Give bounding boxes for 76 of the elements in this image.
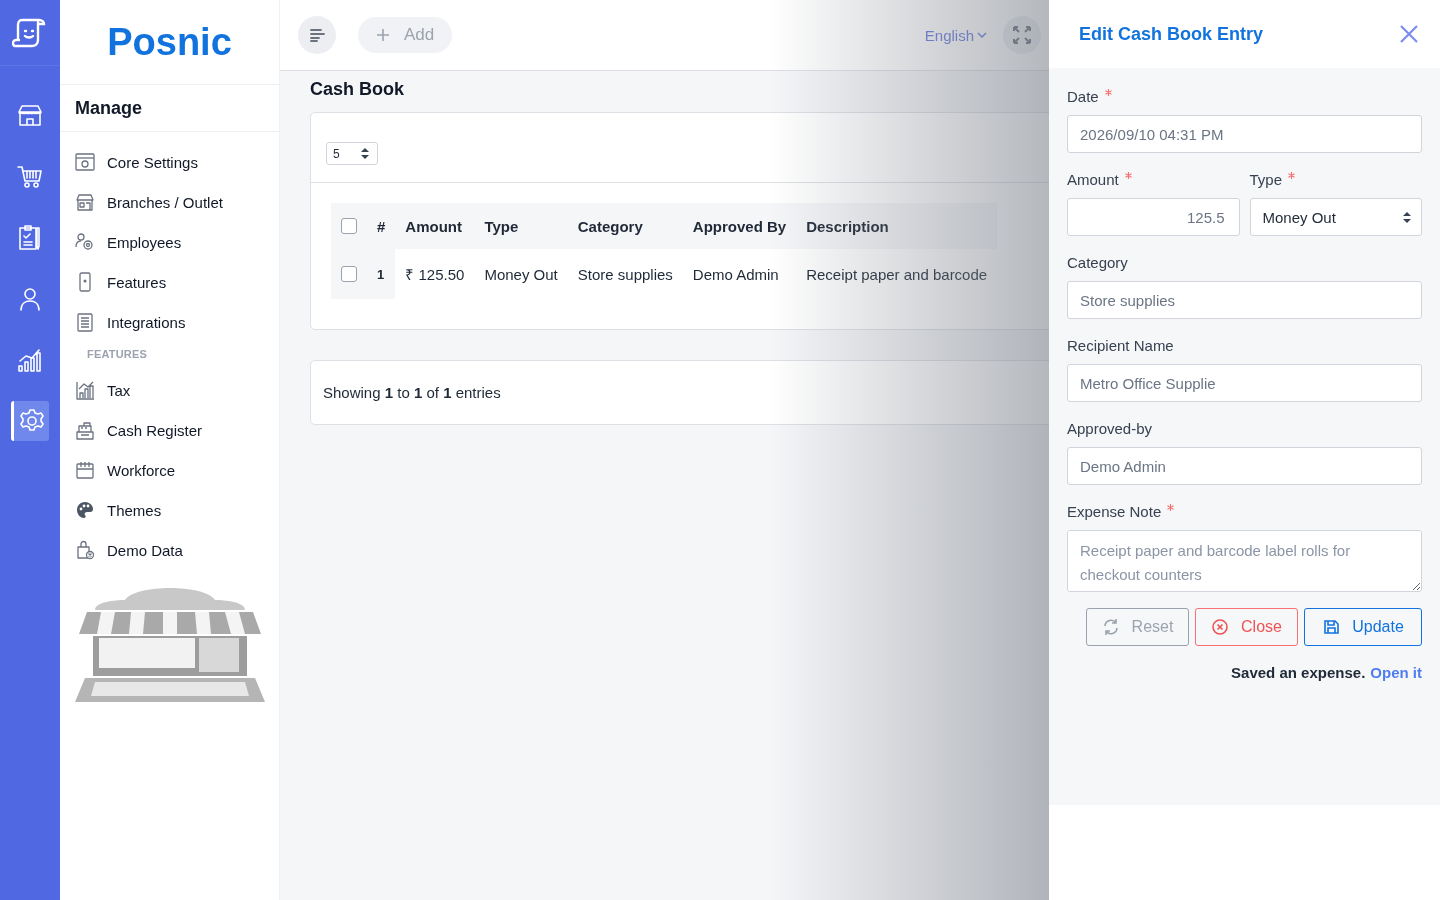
asterisk-icon bbox=[1104, 89, 1112, 96]
sidebar-item[interactable]: Tax bbox=[107, 381, 131, 399]
table-cell: Demo Admin bbox=[682, 249, 797, 299]
fullscreen-button[interactable] bbox=[1003, 16, 1041, 54]
sidebar-item[interactable]: Employees bbox=[107, 233, 182, 251]
refresh-icon bbox=[1101, 618, 1120, 636]
cart-icon bbox=[16, 163, 44, 191]
table-cell: 1 bbox=[367, 249, 396, 299]
list-icon bbox=[75, 312, 95, 332]
table-cell: Money Out bbox=[474, 249, 568, 299]
close-button[interactable] bbox=[1398, 23, 1420, 45]
sidebar-item[interactable]: Core Settings bbox=[107, 153, 198, 171]
save-icon bbox=[1322, 618, 1341, 636]
input-field[interactable]: 125.5 bbox=[1067, 198, 1240, 236]
field-label: Date bbox=[1067, 88, 1422, 105]
table-cell: Store supplies bbox=[567, 249, 683, 299]
column-header: Category bbox=[567, 203, 683, 249]
update-button[interactable]: Update bbox=[1304, 608, 1422, 646]
field-label: Expense Note bbox=[1067, 503, 1422, 520]
column-header: Amount bbox=[395, 203, 475, 249]
field-label: Recipient Name bbox=[1067, 337, 1175, 354]
close-icon bbox=[1398, 23, 1420, 45]
page-size-select[interactable]: 5 bbox=[326, 142, 378, 165]
chart-icon bbox=[16, 346, 44, 374]
entries-info: Showing 1 to 1 of 1 entries bbox=[323, 384, 501, 401]
sidebar-item[interactable]: Demo Data bbox=[107, 541, 183, 559]
status-message: Saved an expense. bbox=[1231, 664, 1366, 681]
chevron-down-icon bbox=[977, 31, 987, 39]
open-link[interactable]: Open it bbox=[1370, 664, 1422, 681]
sidebar-item[interactable]: Cash Register bbox=[107, 421, 203, 439]
column-header: Description bbox=[796, 203, 998, 249]
column-header: Type bbox=[474, 203, 568, 249]
sidebar-item[interactable]: Branches / Outlet bbox=[107, 193, 223, 211]
sort-icon bbox=[361, 148, 369, 159]
field-label: Category bbox=[1067, 254, 1129, 271]
column-header: # bbox=[367, 203, 396, 249]
column-header: Approved By bbox=[682, 203, 797, 249]
checkbox[interactable] bbox=[341, 218, 357, 234]
asterisk-icon bbox=[1167, 504, 1175, 511]
chart-icon bbox=[75, 380, 95, 400]
panel-title: Edit Cash Book Entry bbox=[1079, 23, 1264, 45]
page-title: Cash Book bbox=[310, 79, 406, 100]
sidebar-item[interactable]: Integrations bbox=[107, 313, 186, 331]
asterisk-icon bbox=[1288, 172, 1296, 179]
checkbox[interactable] bbox=[341, 266, 357, 282]
type-select[interactable]: Money Out bbox=[1249, 198, 1422, 236]
palette-icon bbox=[75, 500, 95, 520]
field-label: Type bbox=[1249, 171, 1422, 188]
input-field[interactable]: Metro Office Supplie bbox=[1067, 364, 1422, 402]
table-cell: ₹ 125.50 bbox=[395, 249, 475, 299]
rail-item[interactable] bbox=[11, 401, 49, 441]
cash-register-icon bbox=[75, 420, 95, 440]
sidebar-item[interactable]: Themes bbox=[107, 501, 162, 519]
input-field[interactable]: Store supplies bbox=[1067, 281, 1422, 319]
cancel-icon bbox=[1211, 618, 1230, 636]
settings-window-icon bbox=[75, 152, 95, 172]
section-heading: Manage bbox=[75, 97, 143, 119]
sort-icon bbox=[1403, 211, 1411, 223]
section-label: FEATURES bbox=[86, 347, 149, 362]
users-gear-icon bbox=[75, 232, 95, 252]
sidebar-item[interactable]: Features bbox=[107, 273, 167, 291]
plus-icon bbox=[376, 28, 390, 42]
calendar-icon bbox=[75, 460, 95, 480]
menu-button[interactable] bbox=[298, 16, 336, 54]
fullscreen-icon bbox=[1012, 25, 1032, 45]
sidebar-item[interactable]: Workforce bbox=[107, 461, 176, 479]
table-cell: Receipt paper and barcode bbox=[796, 249, 998, 299]
input-field[interactable]: Demo Admin bbox=[1067, 447, 1422, 485]
input-field[interactable]: 2026/09/10 04:31 PM bbox=[1067, 115, 1422, 153]
menu-icon bbox=[308, 26, 326, 44]
field-label: Approved-by bbox=[1067, 420, 1154, 437]
shopping-bag-icon bbox=[75, 540, 95, 560]
shop-icon bbox=[75, 192, 95, 212]
brand-logo: Posnic bbox=[107, 20, 232, 64]
asterisk-icon bbox=[1124, 172, 1132, 179]
field-label: Amount bbox=[1067, 171, 1240, 188]
